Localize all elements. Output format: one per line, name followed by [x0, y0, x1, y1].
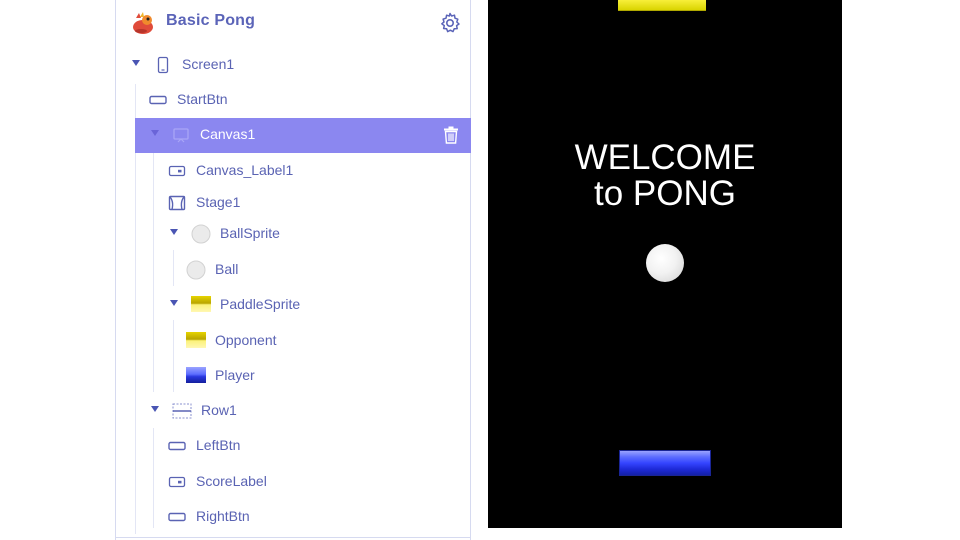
tree-item-player[interactable]: Player [116, 359, 470, 393]
tree-item-label: RightBtn [196, 508, 250, 524]
app-logo-icon [133, 12, 153, 34]
tree-item-row1[interactable]: Row1 [116, 394, 470, 428]
canvas-icon [173, 128, 189, 143]
tree-item-leftbtn[interactable]: LeftBtn [116, 429, 470, 463]
ball-sprite[interactable] [646, 244, 684, 282]
yellow-paddle-icon [186, 332, 206, 348]
ball-icon [191, 224, 211, 244]
tree-item-canvas-label1[interactable]: Canvas_Label1 [116, 154, 470, 188]
blue-paddle-icon [186, 367, 206, 383]
tree-item-opponent[interactable]: Opponent [116, 324, 470, 358]
expand-caret-icon[interactable] [170, 300, 178, 306]
tree-item-paddlesprite[interactable]: PaddleSprite [116, 288, 470, 322]
tree-item-ballsprite[interactable]: BallSprite [116, 217, 470, 251]
welcome-text: WELCOME to PONG [488, 140, 842, 212]
player-paddle[interactable] [620, 451, 710, 475]
tree-item-label: Screen1 [182, 56, 235, 72]
tree-item-label: Row1 [201, 402, 237, 418]
tree-item-label: Stage1 [196, 194, 241, 210]
tree-item-scorelabel[interactable]: ScoreLabel [116, 465, 470, 499]
stage-icon [168, 195, 186, 211]
row-icon [172, 403, 192, 419]
tree-item-stage1[interactable]: Stage1 [116, 186, 470, 220]
expand-caret-icon[interactable] [170, 229, 178, 235]
tree-item-label: PaddleSprite [220, 296, 301, 312]
tree-item-label: BallSprite [220, 225, 280, 241]
welcome-line-1: WELCOME [574, 138, 756, 177]
tree-item-ball[interactable]: Ball [116, 253, 470, 287]
button-icon [168, 441, 186, 451]
label-icon [168, 476, 186, 488]
components-panel: Basic Pong Screen1 StartBtn Canvas1 Canv… [115, 0, 471, 540]
tree-item-label: Canvas1 [200, 126, 256, 142]
ball-icon [186, 260, 206, 280]
settings-gear-icon[interactable] [438, 11, 462, 35]
button-icon [168, 512, 186, 522]
tree-item-label: Ball [215, 261, 239, 277]
expand-caret-icon[interactable] [132, 60, 140, 66]
tree-item-label: ScoreLabel [196, 473, 267, 489]
welcome-line-2: to PONG [594, 174, 736, 213]
opponent-paddle[interactable] [618, 0, 706, 10]
phone-icon [157, 56, 169, 74]
tree-item-rightbtn[interactable]: RightBtn [116, 500, 470, 534]
canvas-preview[interactable]: WELCOME to PONG [488, 0, 842, 528]
tree-item-startbtn[interactable]: StartBtn [116, 83, 470, 117]
tree-item-canvas1[interactable]: Canvas1 [135, 118, 471, 153]
trash-icon[interactable] [443, 126, 459, 144]
workspace-background [842, 0, 960, 540]
tree-item-label: StartBtn [177, 91, 228, 107]
button-icon [149, 95, 167, 105]
expand-caret-icon[interactable] [151, 130, 159, 136]
tree-item-label: Player [215, 367, 255, 383]
tree-item-label: Opponent [215, 332, 277, 348]
app-title: Basic Pong [166, 12, 256, 29]
label-icon [168, 165, 186, 177]
yellow-paddle-icon [191, 296, 211, 312]
tree-item-screen1[interactable]: Screen1 [116, 48, 470, 82]
panel-divider [116, 537, 470, 538]
expand-caret-icon[interactable] [151, 406, 159, 412]
panel-header: Basic Pong [116, 0, 470, 46]
tree-item-label: Canvas_Label1 [196, 162, 294, 178]
tree-item-label: LeftBtn [196, 437, 241, 453]
